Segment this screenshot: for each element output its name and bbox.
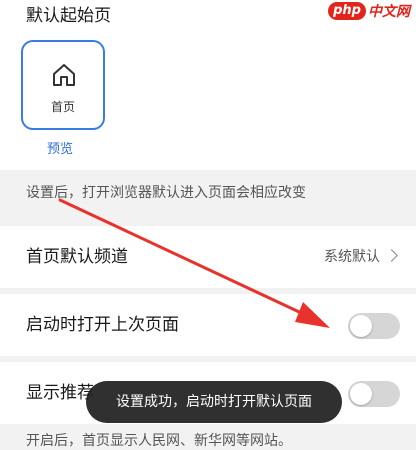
- homepage-channel-value: 系统默认: [324, 249, 380, 265]
- start-page-hint: 设置后，打开浏览器默认进入页面会相应改变: [26, 185, 306, 201]
- show-recommend-toggle[interactable]: [348, 381, 400, 407]
- chevron-right-icon: [385, 249, 398, 262]
- start-page-panel: 默认起始页 php 中文网 首页 预览: [0, 0, 416, 170]
- restore-last-page-toggle[interactable]: [348, 313, 400, 339]
- toggle-knob: [350, 383, 372, 405]
- section-title: 默认起始页: [26, 6, 111, 26]
- home-icon: [53, 64, 75, 86]
- preview-link[interactable]: 预览: [47, 138, 73, 157]
- restore-last-page-row: 启动时打开上次页面: [0, 294, 416, 356]
- show-recommend-label: 显示推荐: [26, 383, 94, 403]
- watermark-badge: php: [328, 2, 366, 20]
- recommend-hint: 开启后，首页显示人民网、新华网等网站。: [26, 433, 292, 449]
- homepage-channel-row[interactable]: 首页默认频道 系统默认: [0, 226, 416, 288]
- restore-last-page-label: 启动时打开上次页面: [26, 315, 179, 335]
- homepage-card-label: 首页: [50, 100, 75, 114]
- watermark-logo: php 中文网: [328, 0, 410, 22]
- homepage-channel-label: 首页默认频道: [26, 247, 128, 267]
- homepage-option-card[interactable]: 首页: [21, 40, 105, 130]
- toast-message: 设置成功，启动时打开默认页面: [86, 381, 342, 423]
- watermark-text: 中文网: [368, 4, 410, 20]
- toggle-knob: [350, 315, 372, 337]
